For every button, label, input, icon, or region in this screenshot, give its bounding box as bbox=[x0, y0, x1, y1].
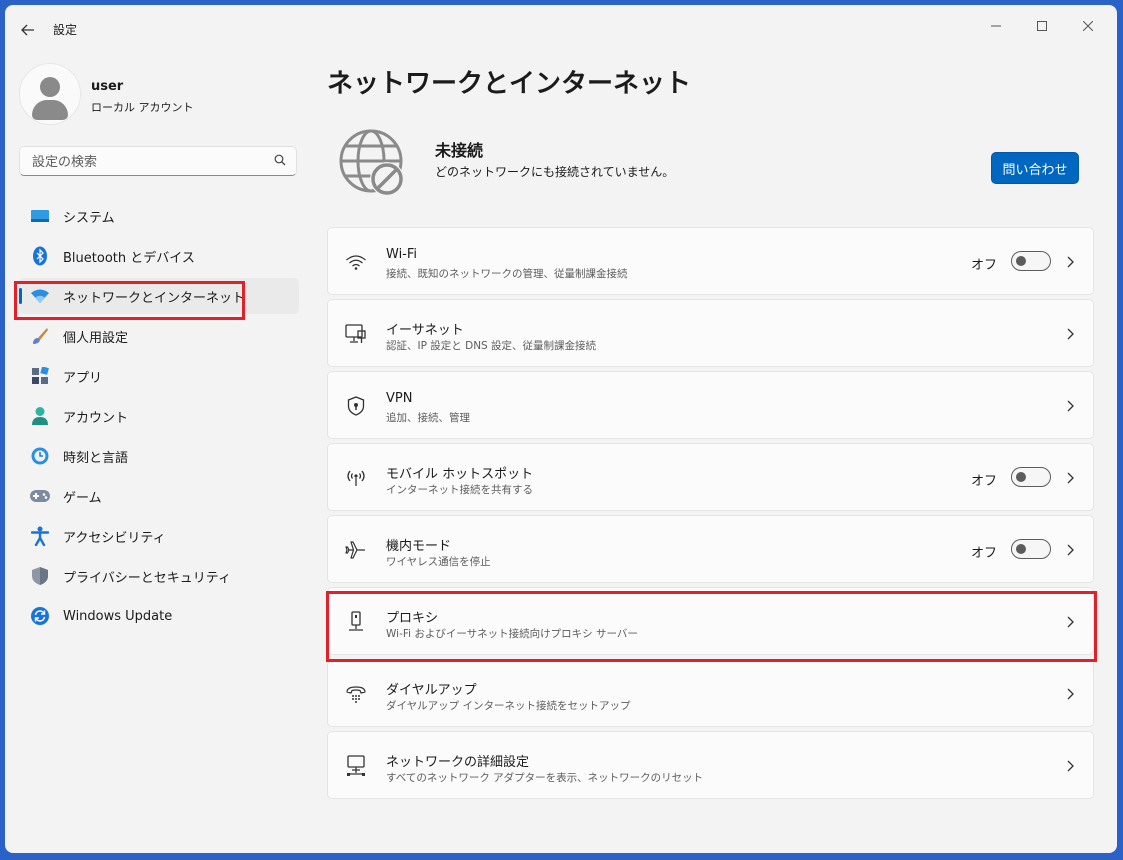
chevron-right-icon bbox=[1067, 400, 1074, 412]
sidebar-item-label: ゲーム bbox=[63, 490, 102, 506]
sidebar-item-label: Bluetooth とデバイス bbox=[63, 250, 195, 266]
search-icon[interactable] bbox=[274, 154, 286, 166]
dialup-icon bbox=[344, 682, 368, 706]
sidebar-item-label: アプリ bbox=[63, 370, 103, 386]
hotspot-toggle-label: オフ bbox=[970, 474, 997, 489]
sidebar-item-windows-update[interactable]: Windows Update bbox=[19, 598, 299, 634]
sidebar-item-label: プライバシーとセキュリティ bbox=[63, 570, 231, 586]
sidebar-item-label: システム bbox=[63, 210, 115, 226]
avatar bbox=[19, 63, 81, 125]
card-subtitle: インターネット接続を共有する bbox=[386, 484, 533, 496]
user-account-type: ローカル アカウント bbox=[91, 101, 194, 114]
highlight-network-nav bbox=[14, 281, 245, 320]
chevron-right-icon bbox=[1067, 544, 1074, 556]
page-title: ネットワークとインターネット bbox=[327, 69, 692, 99]
shield-icon bbox=[29, 565, 51, 587]
back-button[interactable] bbox=[15, 17, 41, 43]
chevron-right-icon bbox=[1067, 472, 1074, 484]
card-subtitle: 接続、既知のネットワークの管理、従量制課金接続 bbox=[386, 268, 628, 280]
card-subtitle: 追加、接続、管理 bbox=[386, 412, 470, 424]
sidebar-item-label: 個人用設定 bbox=[63, 330, 129, 346]
card-title: 機内モード bbox=[386, 539, 452, 554]
arrow-left-icon bbox=[21, 24, 34, 36]
airplane-toggle-label: オフ bbox=[970, 546, 997, 561]
card-title: イーサネット bbox=[386, 323, 464, 338]
connection-status-description: どのネットワークにも接続されていません。 bbox=[435, 165, 675, 179]
airplane-toggle[interactable] bbox=[1011, 539, 1051, 559]
card-vpn[interactable]: VPN 追加、接続、管理 bbox=[327, 371, 1094, 439]
sidebar-item-privacy[interactable]: プライバシーとセキュリティ bbox=[19, 558, 299, 594]
windows-update-icon bbox=[29, 605, 51, 627]
sidebar-item-accounts[interactable]: アカウント bbox=[19, 398, 299, 434]
card-mobile-hotspot[interactable]: モバイル ホットスポット インターネット接続を共有する オフ bbox=[327, 443, 1094, 511]
card-title: ネットワークの詳細設定 bbox=[386, 755, 530, 770]
card-subtitle: ワイヤレス通信を停止 bbox=[386, 556, 491, 568]
user-name: user bbox=[91, 79, 124, 94]
vpn-shield-icon bbox=[344, 394, 368, 418]
ethernet-icon bbox=[344, 322, 368, 346]
card-advanced-network[interactable]: ネットワークの詳細設定 すべてのネットワーク アダプターを表示、ネットワークのリ… bbox=[327, 731, 1094, 799]
apps-icon bbox=[29, 365, 51, 387]
wifi-toggle[interactable] bbox=[1011, 251, 1051, 271]
chevron-right-icon bbox=[1067, 688, 1074, 700]
sidebar-item-bluetooth[interactable]: Bluetooth とデバイス bbox=[19, 238, 299, 274]
settings-window: 設定 user ローカル アカウント システム Bluetooth とデバイス bbox=[5, 5, 1117, 853]
hotspot-toggle[interactable] bbox=[1011, 467, 1051, 487]
connection-status-title: 未接続 bbox=[435, 141, 484, 160]
chevron-right-icon bbox=[1067, 760, 1074, 772]
card-title: ダイヤルアップ bbox=[386, 683, 477, 698]
wifi-icon bbox=[344, 250, 368, 274]
sidebar-item-label: Windows Update bbox=[63, 608, 173, 624]
card-subtitle: 認証、IP 設定と DNS 設定、従量制課金接続 bbox=[386, 340, 597, 352]
advanced-network-icon bbox=[344, 754, 368, 778]
gamepad-icon bbox=[29, 485, 51, 507]
chevron-right-icon bbox=[1067, 256, 1074, 268]
wifi-toggle-label: オフ bbox=[970, 258, 997, 273]
maximize-icon bbox=[1037, 21, 1047, 31]
search-input[interactable] bbox=[30, 152, 264, 172]
sidebar-item-apps[interactable]: アプリ bbox=[19, 358, 299, 394]
card-dialup[interactable]: ダイヤルアップ ダイヤルアップ インターネット接続をセットアップ bbox=[327, 659, 1094, 727]
bluetooth-icon bbox=[29, 245, 51, 267]
sidebar-nav: システム Bluetooth とデバイス ネットワークとインターネット 個人用設… bbox=[19, 198, 299, 638]
card-airplane-mode[interactable]: 機内モード ワイヤレス通信を停止 オフ bbox=[327, 515, 1094, 583]
accessibility-icon bbox=[29, 525, 51, 547]
search-box[interactable] bbox=[19, 146, 297, 176]
sidebar-item-personalization[interactable]: 個人用設定 bbox=[19, 318, 299, 354]
sidebar-item-label: アカウント bbox=[63, 410, 129, 426]
globe-disconnected-icon bbox=[339, 129, 404, 196]
sidebar-item-time-language[interactable]: 時刻と言語 bbox=[19, 438, 299, 474]
card-title: モバイル ホットスポット bbox=[386, 467, 534, 482]
app-title: 設定 bbox=[53, 23, 78, 37]
sidebar-item-label: アクセシビリティ bbox=[63, 530, 166, 546]
title-bar: 設定 bbox=[5, 5, 1117, 49]
card-subtitle: ダイヤルアップ インターネット接続をセットアップ bbox=[386, 700, 631, 712]
sidebar-item-system[interactable]: システム bbox=[19, 198, 299, 234]
minimize-icon bbox=[991, 25, 1001, 27]
close-icon bbox=[1083, 21, 1093, 31]
highlight-proxy-card bbox=[326, 591, 1097, 662]
settings-cards: Wi-Fi 接続、既知のネットワークの管理、従量制課金接続 オフ イーサネット … bbox=[327, 227, 1094, 803]
contact-support-button[interactable]: 問い合わせ bbox=[991, 152, 1079, 184]
minimize-button[interactable] bbox=[973, 11, 1019, 41]
card-title: Wi-Fi bbox=[386, 247, 418, 262]
close-button[interactable] bbox=[1065, 11, 1111, 41]
time-language-icon bbox=[29, 445, 51, 467]
account-icon bbox=[29, 405, 51, 427]
chevron-right-icon bbox=[1067, 328, 1074, 340]
system-icon bbox=[29, 205, 51, 227]
brush-icon bbox=[29, 325, 51, 347]
hotspot-icon bbox=[344, 466, 368, 490]
card-subtitle: すべてのネットワーク アダプターを表示、ネットワークのリセット bbox=[386, 772, 704, 784]
card-title: VPN bbox=[386, 391, 413, 406]
card-wifi[interactable]: Wi-Fi 接続、既知のネットワークの管理、従量制課金接続 オフ bbox=[327, 227, 1094, 295]
sidebar-item-accessibility[interactable]: アクセシビリティ bbox=[19, 518, 299, 554]
sidebar-item-label: 時刻と言語 bbox=[63, 450, 129, 466]
card-ethernet[interactable]: イーサネット 認証、IP 設定と DNS 設定、従量制課金接続 bbox=[327, 299, 1094, 367]
airplane-icon bbox=[344, 538, 368, 562]
maximize-button[interactable] bbox=[1019, 11, 1065, 41]
network-status: 未接続 どのネットワークにも接続されていません。 問い合わせ bbox=[335, 125, 1095, 205]
sidebar-item-gaming[interactable]: ゲーム bbox=[19, 478, 299, 514]
